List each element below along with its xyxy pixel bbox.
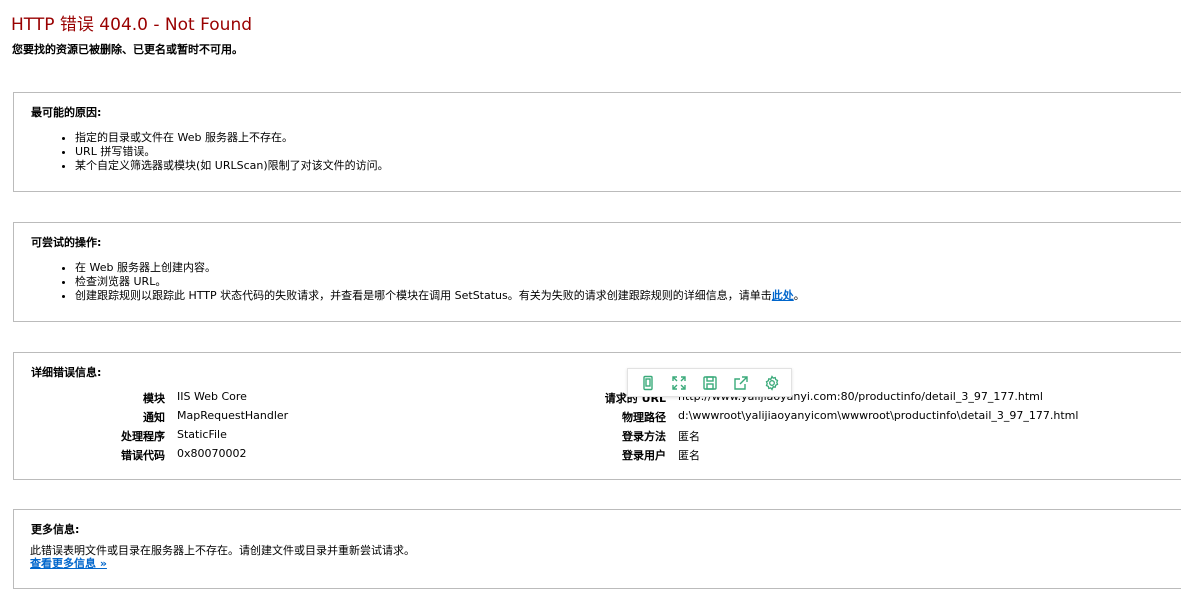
settings-button[interactable] [761,372,783,394]
floating-toolbar [627,368,792,397]
detail-key: 登录用户 [622,449,666,462]
phone-button[interactable] [637,372,659,394]
expand-icon [671,375,686,390]
share-icon [733,375,748,390]
more-info-link[interactable]: 查看更多信息 » [30,555,107,571]
detail-key: 错误代码 [121,449,165,462]
detail-value: 0x80070002 [177,447,247,460]
detail-value: d:\wwwroot\yalijiaoyanyicom\wwwroot\prod… [678,409,1079,422]
detail-value: IIS Web Core [177,390,247,403]
more-info-title: 更多信息: [31,523,80,536]
save-icon [702,375,717,390]
actions-section: 可尝试的操作: 在 Web 服务器上创建内容。 检查浏览器 URL。 创建跟踪规… [13,222,1181,322]
detail-key: 处理程序 [121,430,165,443]
list-item-suffix: 。 [793,289,805,302]
list-item: URL 拼写错误。 [75,145,389,159]
more-info-section: 更多信息: 此错误表明文件或目录在服务器上不存在。请创建文件或目录并重新尝试请求… [13,509,1181,589]
share-button[interactable] [730,372,752,394]
detail-key: 物理路径 [622,411,666,424]
list-item: 检查浏览器 URL。 [75,275,805,289]
list-item: 在 Web 服务器上创建内容。 [75,261,805,275]
here-link[interactable]: 此处 [772,289,794,302]
expand-button[interactable] [668,372,690,394]
detail-value: MapRequestHandler [177,409,289,422]
list-item: 某个自定义筛选器或模块(如 URLScan)限制了对该文件的访问。 [75,159,389,173]
causes-section: 最可能的原因: 指定的目录或文件在 Web 服务器上不存在。 URL 拼写错误。… [13,92,1181,192]
actions-list: 在 Web 服务器上创建内容。 检查浏览器 URL。 创建跟踪规则以跟踪此 HT… [59,261,805,303]
page-subtitle: 您要找的资源已被删除、已更名或暂时不可用。 [12,43,243,56]
phone-icon [642,375,653,390]
detail-value: StaticFile [177,428,227,441]
detail-value: 匿名 [678,430,700,443]
detail-value: 匿名 [678,449,700,462]
gear-icon [765,374,778,391]
actions-title: 可尝试的操作: [31,236,102,249]
causes-title: 最可能的原因: [31,106,102,119]
detail-key: 登录方法 [622,430,666,443]
list-item: 创建跟踪规则以跟踪此 HTTP 状态代码的失败请求，并查看是哪个模块在调用 Se… [75,289,805,303]
list-item-text: 创建跟踪规则以跟踪此 HTTP 状态代码的失败请求，并查看是哪个模块在调用 Se… [75,289,772,302]
details-title: 详细错误信息: [31,366,102,379]
causes-list: 指定的目录或文件在 Web 服务器上不存在。 URL 拼写错误。 某个自定义筛选… [59,131,389,173]
list-item: 指定的目录或文件在 Web 服务器上不存在。 [75,131,389,145]
details-section: 详细错误信息: 模块 IIS Web Core 通知 MapRequestHan… [13,352,1181,480]
detail-key: 模块 [143,392,165,405]
page-title: HTTP 错误 404.0 - Not Found [11,15,253,35]
save-button[interactable] [699,372,721,394]
detail-key: 通知 [143,411,165,424]
